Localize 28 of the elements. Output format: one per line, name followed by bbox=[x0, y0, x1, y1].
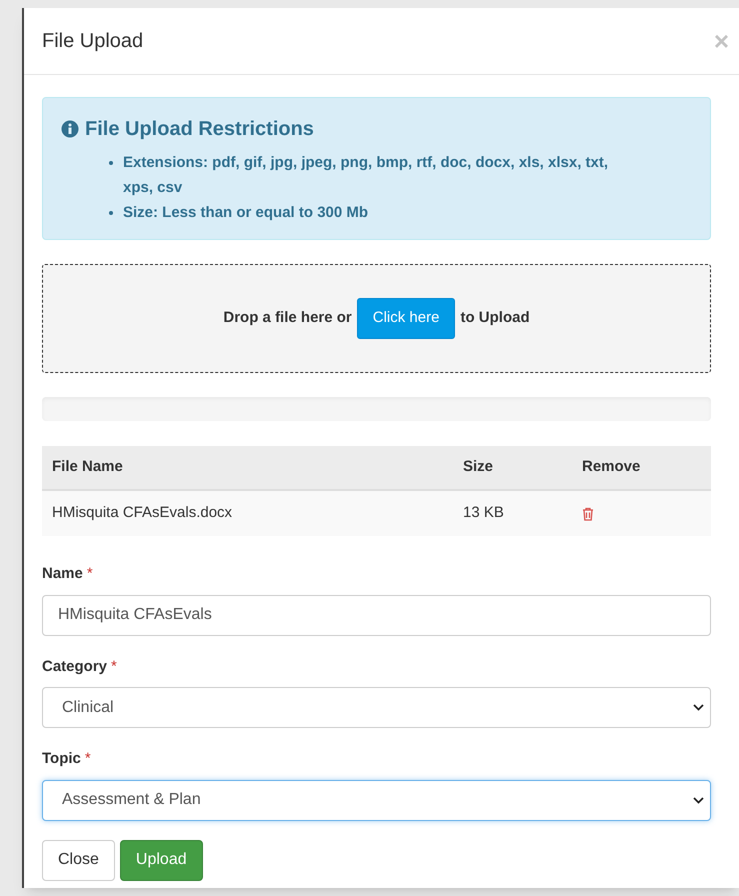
column-header: Remove bbox=[581, 457, 640, 478]
chevron-down-icon bbox=[693, 796, 704, 804]
table-cell-text: HMisquita CFAsEvals.docx bbox=[51, 503, 234, 524]
field-label: Category bbox=[42, 656, 108, 676]
bullet-icon bbox=[109, 161, 113, 165]
restriction-item: Extensions: pdf, gif, jpg, jpeg, png, bmp, rtf, doc, docx, xls, xlsx, txt, xps, csv bbox=[123, 153, 610, 198]
field-label: Name bbox=[42, 564, 83, 584]
column-header: File Name bbox=[51, 457, 124, 478]
close-button[interactable]: Close bbox=[42, 840, 115, 880]
drop-text: to Upload bbox=[460, 308, 530, 328]
required-mark: * bbox=[84, 749, 91, 769]
drop-text: Drop a file here or bbox=[223, 308, 352, 328]
input-field[interactable]: HMisquita CFAsEvals bbox=[42, 594, 711, 636]
select-field[interactable]: Assessment & Plan bbox=[42, 780, 711, 820]
select-field[interactable]: Clinical bbox=[42, 687, 711, 728]
required-mark: * bbox=[86, 564, 93, 584]
info-icon bbox=[61, 120, 79, 138]
chevron-down-icon bbox=[693, 704, 704, 711]
table-cell-text: 13 KB bbox=[462, 503, 505, 524]
dialog-title: File Upload bbox=[42, 29, 144, 54]
trash-icon[interactable] bbox=[582, 506, 594, 520]
bullet-icon bbox=[109, 211, 113, 215]
field-label: Topic bbox=[42, 749, 81, 769]
required-mark: * bbox=[111, 656, 117, 676]
column-header: Size bbox=[462, 457, 494, 478]
restriction-item: Size: Less than or equal to 300 Mb bbox=[123, 203, 368, 223]
drop-zone[interactable]: Drop a file here or Click here to Upload bbox=[42, 264, 711, 373]
alert-title: File Upload Restrictions bbox=[85, 117, 314, 142]
